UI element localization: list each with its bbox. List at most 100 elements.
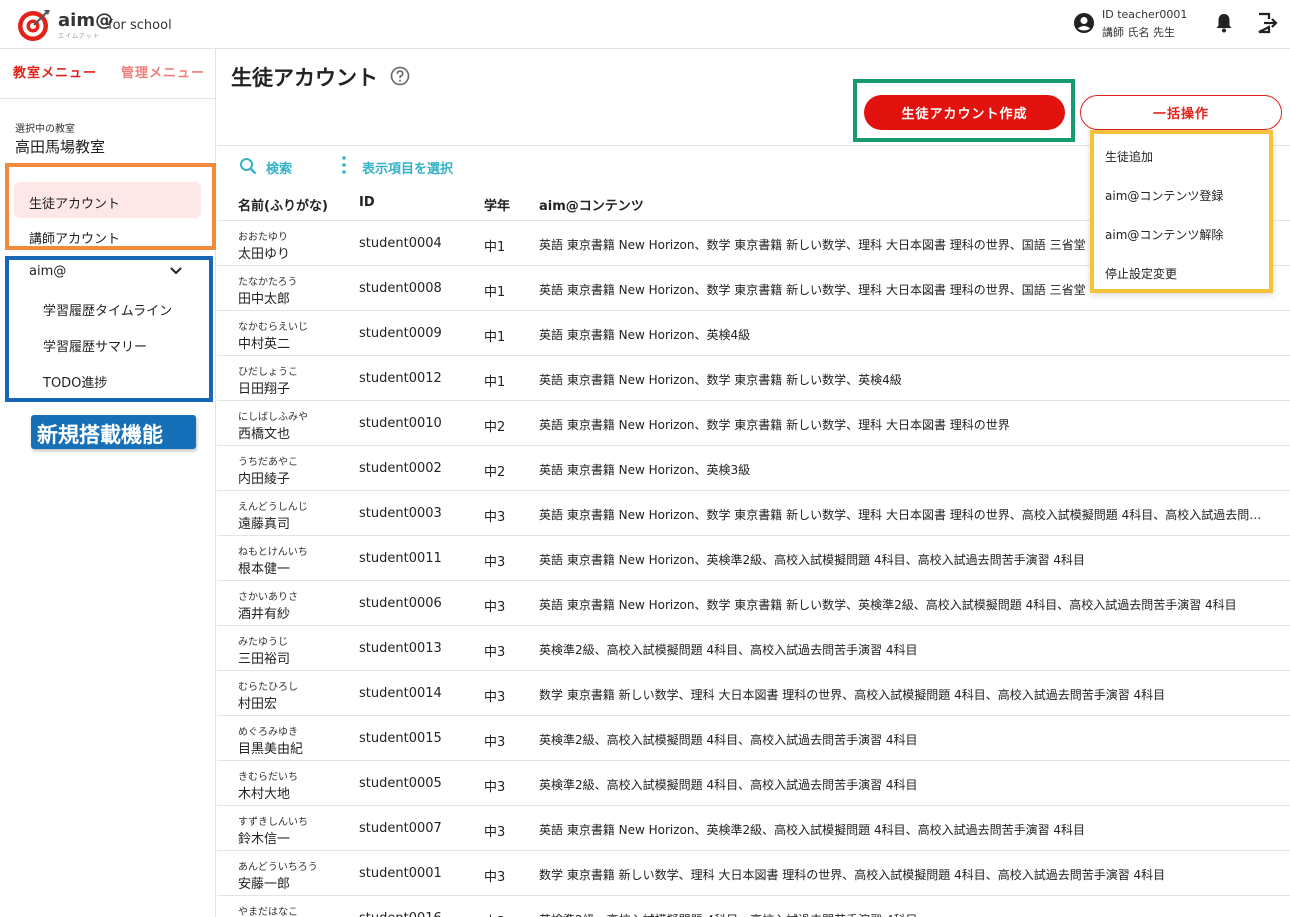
student-content: 英検準2級、高校入試模擬問題 4科目、高校入試過去問苦手演習 4科目 bbox=[539, 643, 918, 657]
table-row[interactable]: あんどういちろう 安藤一郎 student0001 中3 数学 東京書籍 新しい数学、理… bbox=[217, 851, 1290, 896]
table-row[interactable]: きむらだいち木村大地 student0005 中3 英検準2級、高校入試模擬問題 4科… bbox=[217, 761, 1290, 806]
sidebar-tabs: 教室メニュー 管理メニュー bbox=[0, 49, 215, 99]
student-content: 英語 東京書籍 New Horizon、英検4級 bbox=[539, 328, 751, 342]
student-name-kana: ねもとけんいち bbox=[238, 547, 308, 558]
student-grade: 中1 bbox=[484, 330, 506, 345]
highlight-box-blue bbox=[5, 256, 213, 402]
sidebar: 教室メニュー 管理メニュー 選択中の教室 高田馬場教室 生徒アカウント 講師アカ… bbox=[0, 49, 216, 917]
column-header-id[interactable]: ID bbox=[359, 195, 375, 210]
student-name-kana: すずきしんいち bbox=[238, 817, 308, 828]
student-name-kana: おおたゆり bbox=[238, 232, 288, 243]
logo-subtext: エイムアット bbox=[58, 33, 100, 40]
student-grade: 中3 bbox=[484, 780, 506, 795]
student-grade: 中3 bbox=[484, 510, 506, 525]
logo-target-icon[interactable] bbox=[17, 8, 51, 42]
logo-text: aim@ bbox=[58, 10, 114, 31]
table-row[interactable]: なかむらえいじ 中村英二 student0009 中1 英語 東京書籍 New Hori… bbox=[217, 311, 1290, 356]
student-name-kana: みたゆうじ bbox=[238, 637, 288, 648]
search-button-label[interactable]: 検索 bbox=[266, 158, 292, 177]
student-grade: 中3 bbox=[484, 600, 506, 615]
menu-item-unregister-content[interactable]: aim@コンテンツ解除 bbox=[1105, 226, 1223, 243]
table-row[interactable]: むらたひろし 村田宏 student0014 中3 数学 東京書籍 新しい数学、理科 大… bbox=[217, 671, 1290, 716]
student-name: 西橋文也 bbox=[238, 427, 291, 442]
menu-item-suspension-settings[interactable]: 停止設定変更 bbox=[1105, 265, 1177, 282]
student-grade: 中3 bbox=[484, 735, 506, 750]
table-row[interactable]: めぐろみゆき 目黒美由紀 student0015 中3 英検準2級、高校入試模擬問題 4… bbox=[217, 716, 1290, 761]
student-name-kana: めぐろみゆき bbox=[238, 727, 298, 738]
student-name: 三田裕司 bbox=[238, 652, 291, 667]
column-header-content[interactable]: aim@コンテンツ bbox=[539, 195, 644, 214]
student-name-kana: きむらだいち bbox=[238, 772, 298, 783]
selected-room-name[interactable]: 高田馬場教室 bbox=[15, 136, 105, 157]
user-name: 講師 氏名 先生 bbox=[1102, 26, 1175, 39]
student-id: student0015 bbox=[359, 731, 442, 746]
bulk-operations-dropdown: 生徒追加 aim@コンテンツ登録 aim@コンテンツ解除 停止設定変更 bbox=[1090, 130, 1273, 293]
help-question-icon[interactable] bbox=[390, 66, 410, 86]
more-vertical-icon[interactable] bbox=[339, 155, 349, 175]
student-name: 遠藤真司 bbox=[238, 517, 291, 532]
student-content: 英語 東京書籍 New Horizon、数学 東京書籍 新しい数学、理科 大日本… bbox=[539, 508, 1272, 522]
student-id: student0004 bbox=[359, 236, 442, 251]
student-name: 酒井有紗 bbox=[238, 607, 291, 622]
select-columns-button-label[interactable]: 表示項目を選択 bbox=[362, 158, 453, 177]
student-name-kana: えんどうしんじ bbox=[238, 502, 308, 513]
student-content: 英語 東京書籍 New Horizon、英検3級 bbox=[539, 463, 751, 477]
student-name: 田中太郎 bbox=[238, 292, 291, 307]
table-row[interactable]: ねもとけんいち 根本健一 student0011 中3 英語 東京書籍 New Hori… bbox=[217, 536, 1290, 581]
student-name-kana: たなかたろう bbox=[238, 277, 298, 288]
student-id: student0002 bbox=[359, 461, 442, 476]
student-name: 太田ゆり bbox=[238, 247, 291, 262]
top-bar: aim@ エイムアット for school ID teacher0001 講師… bbox=[0, 0, 1290, 49]
menu-item-register-content[interactable]: aim@コンテンツ登録 bbox=[1105, 187, 1223, 204]
highlight-box-orange bbox=[5, 163, 216, 250]
student-grade: 中1 bbox=[484, 240, 506, 255]
student-name: 安藤一郎 bbox=[238, 877, 291, 892]
logout-icon[interactable] bbox=[1255, 11, 1279, 35]
column-header-grade[interactable]: 学年 bbox=[484, 195, 510, 214]
search-icon[interactable] bbox=[239, 157, 257, 175]
bulk-operations-button[interactable]: 一括操作 bbox=[1080, 95, 1282, 130]
student-id: student0008 bbox=[359, 281, 442, 296]
student-name: 根本健一 bbox=[238, 562, 291, 577]
student-content: 英検準2級、高校入試模擬問題 4科目、高校入試過去問苦手演習 4科目 bbox=[539, 778, 918, 792]
menu-item-add-student[interactable]: 生徒追加 bbox=[1105, 148, 1153, 165]
table-row[interactable]: ひだしょうこ 日田翔子 student0012 中1 英語 東京書籍 New Horiz… bbox=[217, 356, 1290, 401]
notification-bell-icon[interactable] bbox=[1212, 11, 1236, 35]
tab-classroom-menu[interactable]: 教室メニュー bbox=[13, 62, 97, 81]
tab-admin-menu[interactable]: 管理メニュー bbox=[121, 62, 205, 81]
student-name: 日田翔子 bbox=[238, 382, 291, 397]
student-id: student0006 bbox=[359, 596, 442, 611]
student-id: student0005 bbox=[359, 776, 442, 791]
student-content: 英語 東京書籍 New Horizon、英検準2級、高校入試模擬問題 4科目、高… bbox=[539, 553, 1086, 567]
student-name-kana: なかむらえいじ bbox=[238, 322, 308, 333]
student-id: student0001 bbox=[359, 866, 442, 881]
user-id: ID teacher0001 bbox=[1102, 8, 1188, 21]
table-row[interactable]: にしばしふみや 西橋文也 student0010 中2 英語 東京書籍 New Hori… bbox=[217, 401, 1290, 446]
student-id: student0013 bbox=[359, 641, 442, 656]
student-name-kana: あんどういちろう bbox=[238, 862, 318, 873]
student-content: 数学 東京書籍 新しい数学、理科 大日本図書 理科の世界、高校入試模擬問題 4科… bbox=[539, 868, 1166, 882]
table-row[interactable]: さかいありさ 酒井有紗 student0006 中3 英語 東京書籍 New Horiz… bbox=[217, 581, 1290, 626]
table-row[interactable]: うちだあやこ 内田綾子 student0002 中2 英語 東京書籍 New Horiz… bbox=[217, 446, 1290, 491]
user-account-icon[interactable] bbox=[1073, 12, 1095, 34]
table-row[interactable]: すずきしんいち 鈴木信一 student0007 中3 英語 東京書籍 New Hori… bbox=[217, 806, 1290, 851]
student-name: 目黒美由紀 bbox=[238, 742, 304, 757]
student-grade: 中1 bbox=[484, 375, 506, 390]
table-body: おおたゆり太田ゆり student0004 中1 英語 東京書籍 New Horizo… bbox=[217, 221, 1290, 917]
student-grade: 中2 bbox=[484, 420, 506, 435]
column-header-name[interactable]: 名前(ふりがな) bbox=[238, 195, 328, 214]
student-grade: 中3 bbox=[484, 825, 506, 840]
student-id: student0007 bbox=[359, 821, 442, 836]
student-content: 英検準2級、高校入試模擬問題 4科目、高校入試過去問苦手演習 4科目 bbox=[539, 911, 1272, 917]
student-table: 名前(ふりがな) ID 学年 aim@コンテンツ おおたゆり太田ゆり studen… bbox=[217, 183, 1290, 917]
table-row[interactable]: えんどうしんじ 遠藤真司 student0003 中3 英語 東京書籍 New Hori… bbox=[217, 491, 1290, 536]
student-name: 内田綾子 bbox=[238, 472, 291, 487]
student-name: 村田宏 bbox=[238, 697, 278, 712]
student-grade: 中3 bbox=[484, 911, 505, 917]
student-name-kana: うちだあやこ bbox=[238, 457, 298, 468]
student-name-kana: ひだしょうこ bbox=[238, 367, 298, 378]
student-name: 中村英二 bbox=[238, 337, 291, 352]
student-name: 木村大地 bbox=[238, 787, 291, 802]
table-row[interactable]: やまだはなこ student0016 中3 英検準2級、高校入試模擬問題 4科目、高校… bbox=[217, 896, 1290, 917]
table-row[interactable]: みたゆうじ 三田裕司 student0013 中3 英検準2級、高校入試模擬問題 4科目… bbox=[217, 626, 1290, 671]
